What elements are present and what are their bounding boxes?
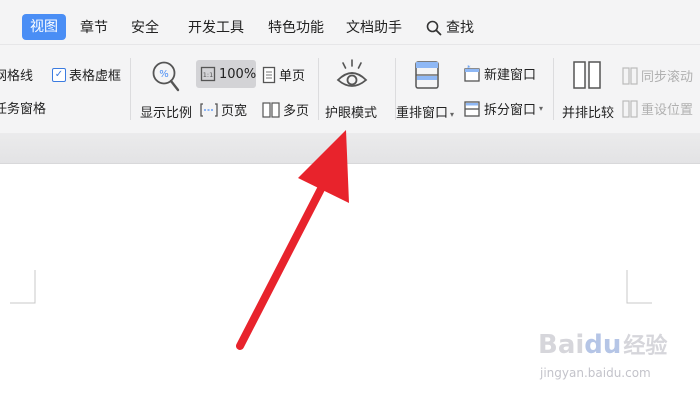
baidu-watermark: Baidu经验	[538, 328, 667, 360]
watermark-suffix: 经验	[623, 334, 668, 359]
watermark-url: jingyan.baidu.com	[540, 366, 651, 380]
paw-logo-icon: du	[584, 330, 622, 360]
watermark-brand: Bai	[538, 330, 585, 360]
